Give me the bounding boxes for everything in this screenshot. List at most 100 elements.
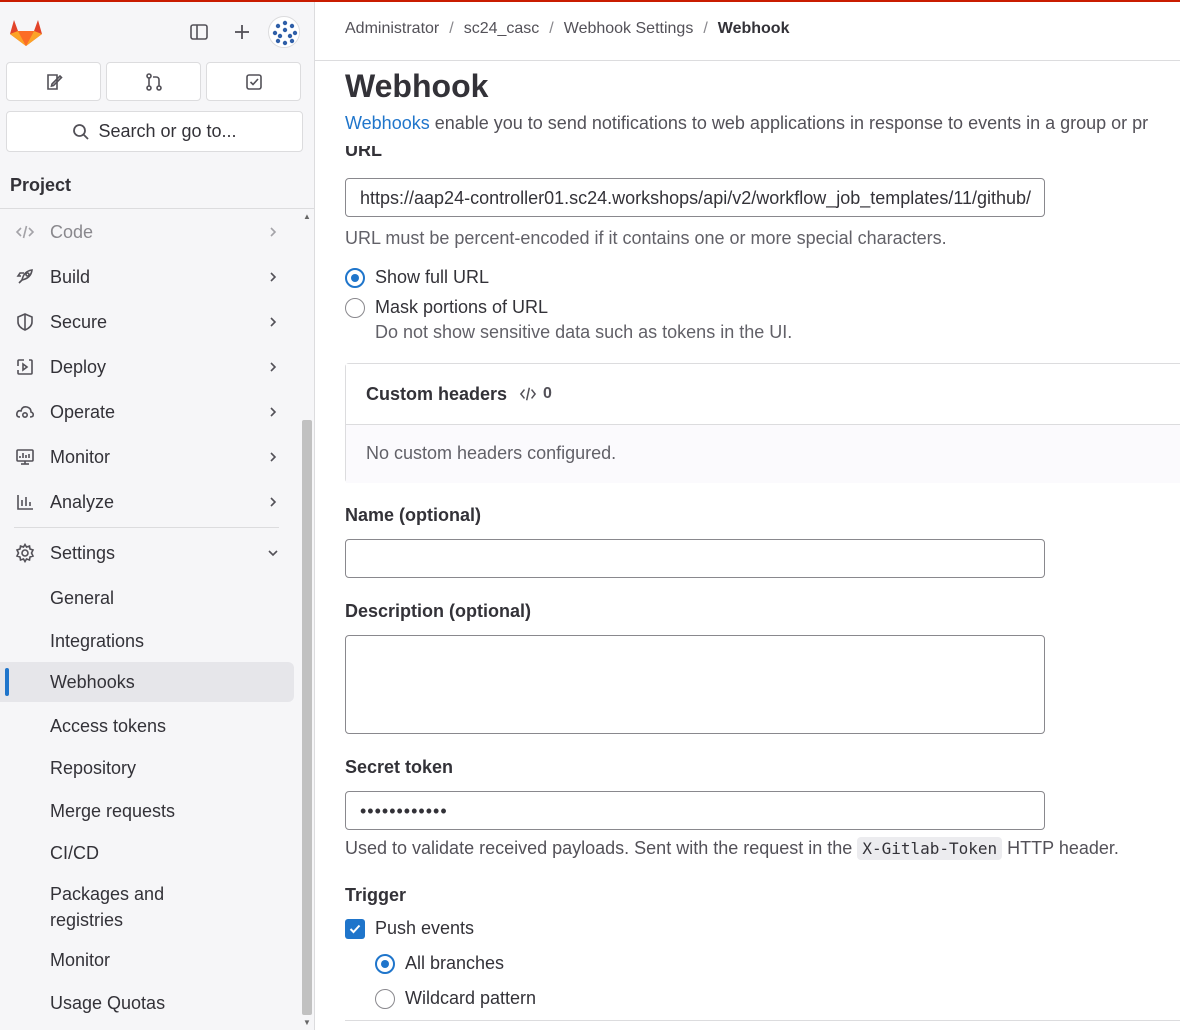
breadcrumb-item-administrator[interactable]: Administrator: [345, 20, 439, 38]
search-label: Search or go to...: [98, 121, 237, 141]
custom-headers-count-value: 0: [543, 385, 552, 402]
wildcard-pattern-option[interactable]: Wildcard pattern: [375, 988, 536, 1009]
secret-header-code: X-Gitlab-Token: [857, 837, 1003, 860]
monitor-icon: [14, 446, 36, 468]
sidebar-item-secure[interactable]: Secure: [0, 300, 294, 344]
scroll-down-arrow[interactable]: ▼: [301, 1018, 313, 1028]
sidebar-item-monitor[interactable]: Monitor: [0, 435, 294, 479]
chevron-down-icon: [268, 550, 278, 557]
sidebar-item-build[interactable]: Build: [0, 255, 294, 299]
avatar[interactable]: [268, 16, 300, 48]
secret-help-suffix: HTTP header.: [1002, 838, 1119, 858]
gear-icon: [14, 542, 36, 564]
sidebar-item-code[interactable]: Code: [0, 210, 294, 254]
scroll-up-arrow[interactable]: ▲: [301, 212, 313, 222]
sidebar-subitem-general[interactable]: General: [0, 585, 294, 611]
breadcrumb-item-webhook-settings[interactable]: Webhook Settings: [564, 20, 694, 38]
mask-url-option[interactable]: Mask portions of URL: [345, 297, 548, 318]
secret-token-label: Secret token: [345, 757, 454, 777]
all-branches-option[interactable]: All branches: [375, 953, 504, 974]
push-events-label: Push events: [375, 918, 475, 938]
top-accent-bar: [0, 0, 1180, 2]
trigger-label: Trigger: [345, 885, 407, 905]
show-full-url-radio[interactable]: [345, 267, 365, 288]
sidebar-toggle-icon[interactable]: [187, 18, 211, 46]
show-full-url-option[interactable]: Show full URL: [345, 267, 489, 288]
section-divider: [345, 1020, 1180, 1021]
sidebar-subitem-label: Webhooks: [50, 672, 135, 692]
search-button[interactable]: Search or go to...: [6, 111, 303, 152]
sidebar-item-label: Settings: [50, 542, 116, 563]
shield-icon: [14, 311, 36, 333]
breadcrumb-separator: /: [449, 20, 454, 37]
sidebar-item-label: Analyze: [50, 491, 115, 512]
chevron-right-icon: [270, 452, 277, 462]
cloud-gear-icon: [14, 401, 36, 423]
sidebar-subitem-merge-requests[interactable]: Merge requests: [0, 798, 294, 824]
wildcard-pattern-radio[interactable]: [375, 988, 395, 1009]
sidebar-item-label: Secure: [50, 311, 108, 332]
description-textarea[interactable]: [345, 635, 1045, 734]
chart-icon: [14, 491, 36, 513]
page-intro: Webhooks enable you to send notification…: [345, 113, 1148, 134]
description-label: Description (optional): [345, 601, 531, 621]
chevron-right-icon: [270, 317, 277, 327]
sidebar-subitem-access-tokens[interactable]: Access tokens: [0, 713, 294, 739]
gitlab-logo-icon[interactable]: [9, 16, 43, 48]
secret-help-text: Used to validate received payloads. Sent…: [345, 838, 858, 858]
merge-request-icon: [145, 72, 162, 91]
sidebar-subitem-repository[interactable]: Repository: [0, 755, 294, 781]
sidebar-item-analyze[interactable]: Analyze: [0, 480, 294, 524]
push-events-option[interactable]: Push events: [345, 918, 474, 939]
sidebar-header: [0, 0, 314, 62]
breadcrumb-separator: /: [703, 20, 708, 37]
rocket-icon: [14, 266, 36, 288]
header-divider: [315, 60, 1180, 61]
sidebar-subitem-usage-quotas[interactable]: Usage Quotas: [0, 990, 294, 1016]
mask-url-label: Mask portions of URL: [375, 297, 549, 317]
breadcrumb-item-project[interactable]: sc24_casc: [464, 20, 540, 38]
wildcard-pattern-label: Wildcard pattern: [405, 988, 537, 1008]
mask-url-help: Do not show sensitive data such as token…: [375, 322, 793, 342]
sidebar-subitem-label: General: [50, 588, 115, 608]
name-input[interactable]: [345, 539, 1045, 578]
sidebar-item-label: Operate: [50, 401, 116, 422]
sidebar-subitem-monitor[interactable]: Monitor: [0, 947, 294, 973]
sidebar: Search or go to... Project ▲ ▼ Code Buil…: [0, 0, 315, 1030]
secret-token-help: Used to validate received payloads. Sent…: [345, 837, 1119, 860]
breadcrumb: Administrator / sc24_casc / Webhook Sett…: [345, 20, 789, 38]
issues-button[interactable]: [6, 62, 101, 101]
code-icon: [519, 387, 537, 401]
sidebar-item-label: Monitor: [50, 446, 111, 467]
sidebar-item-deploy[interactable]: Deploy: [0, 345, 294, 389]
name-label: Name (optional): [345, 505, 482, 525]
webhooks-docs-link[interactable]: Webhooks: [345, 113, 430, 133]
chevron-right-icon: [270, 227, 277, 237]
secret-token-input[interactable]: ••••••••••••: [345, 791, 1045, 830]
sidebar-item-label: Deploy: [50, 356, 107, 377]
sidebar-section-title: Project: [0, 163, 314, 209]
mask-url-radio[interactable]: [345, 297, 365, 318]
push-events-checkbox[interactable]: [345, 918, 365, 939]
sidebar-subitem-label: Merge requests: [50, 801, 176, 821]
checkmark-icon: [349, 924, 361, 933]
custom-headers-header: Custom headers 0: [346, 364, 1180, 425]
sidebar-item-operate[interactable]: Operate: [0, 390, 294, 434]
merge-requests-button[interactable]: [106, 62, 201, 101]
sidebar-subitem-packages-registries[interactable]: Packages and registries: [0, 881, 250, 933]
breadcrumb-item-current[interactable]: Webhook: [718, 20, 790, 38]
sidebar-item-settings[interactable]: Settings: [0, 531, 294, 575]
sidebar-scrollbar[interactable]: [302, 420, 312, 1015]
sidebar-subitem-webhooks[interactable]: Webhooks: [0, 662, 294, 702]
sidebar-subitem-label: Monitor: [50, 950, 111, 970]
custom-headers-panel: Custom headers 0 No custom headers confi…: [345, 363, 1180, 483]
url-help-text: URL must be percent-encoded if it contai…: [345, 228, 947, 248]
sidebar-divider: [14, 527, 279, 528]
sidebar-subitem-cicd[interactable]: CI/CD: [0, 840, 294, 866]
url-input[interactable]: https://aap24-controller01.sc24.workshop…: [345, 178, 1045, 217]
all-branches-radio[interactable]: [375, 953, 395, 974]
plus-icon[interactable]: [230, 18, 254, 46]
sidebar-subitem-label: Integrations: [50, 631, 145, 651]
todos-button[interactable]: [206, 62, 301, 101]
sidebar-subitem-integrations[interactable]: Integrations: [0, 628, 294, 654]
